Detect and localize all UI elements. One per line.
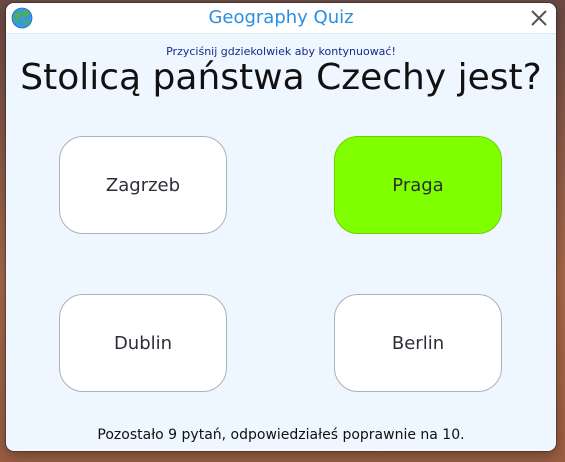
quiz-window: Geography Quiz Przyciśnij gdziekolwiek a… bbox=[6, 3, 556, 451]
title-bar[interactable]: Geography Quiz bbox=[6, 3, 556, 34]
close-icon[interactable] bbox=[526, 5, 552, 31]
window-title: Geography Quiz bbox=[208, 7, 354, 28]
answer-button-zagrzeb[interactable]: Zagrzeb bbox=[59, 136, 227, 234]
answer-button-berlin[interactable]: Berlin bbox=[334, 294, 502, 392]
answer-button-praga[interactable]: Praga bbox=[334, 136, 502, 234]
quiz-status: Pozostało 9 pytań, odpowiedziałeś popraw… bbox=[97, 427, 465, 443]
answer-button-dublin[interactable]: Dublin bbox=[59, 294, 227, 392]
question-text: Stolicą państwa Czechy jest? bbox=[20, 57, 542, 98]
